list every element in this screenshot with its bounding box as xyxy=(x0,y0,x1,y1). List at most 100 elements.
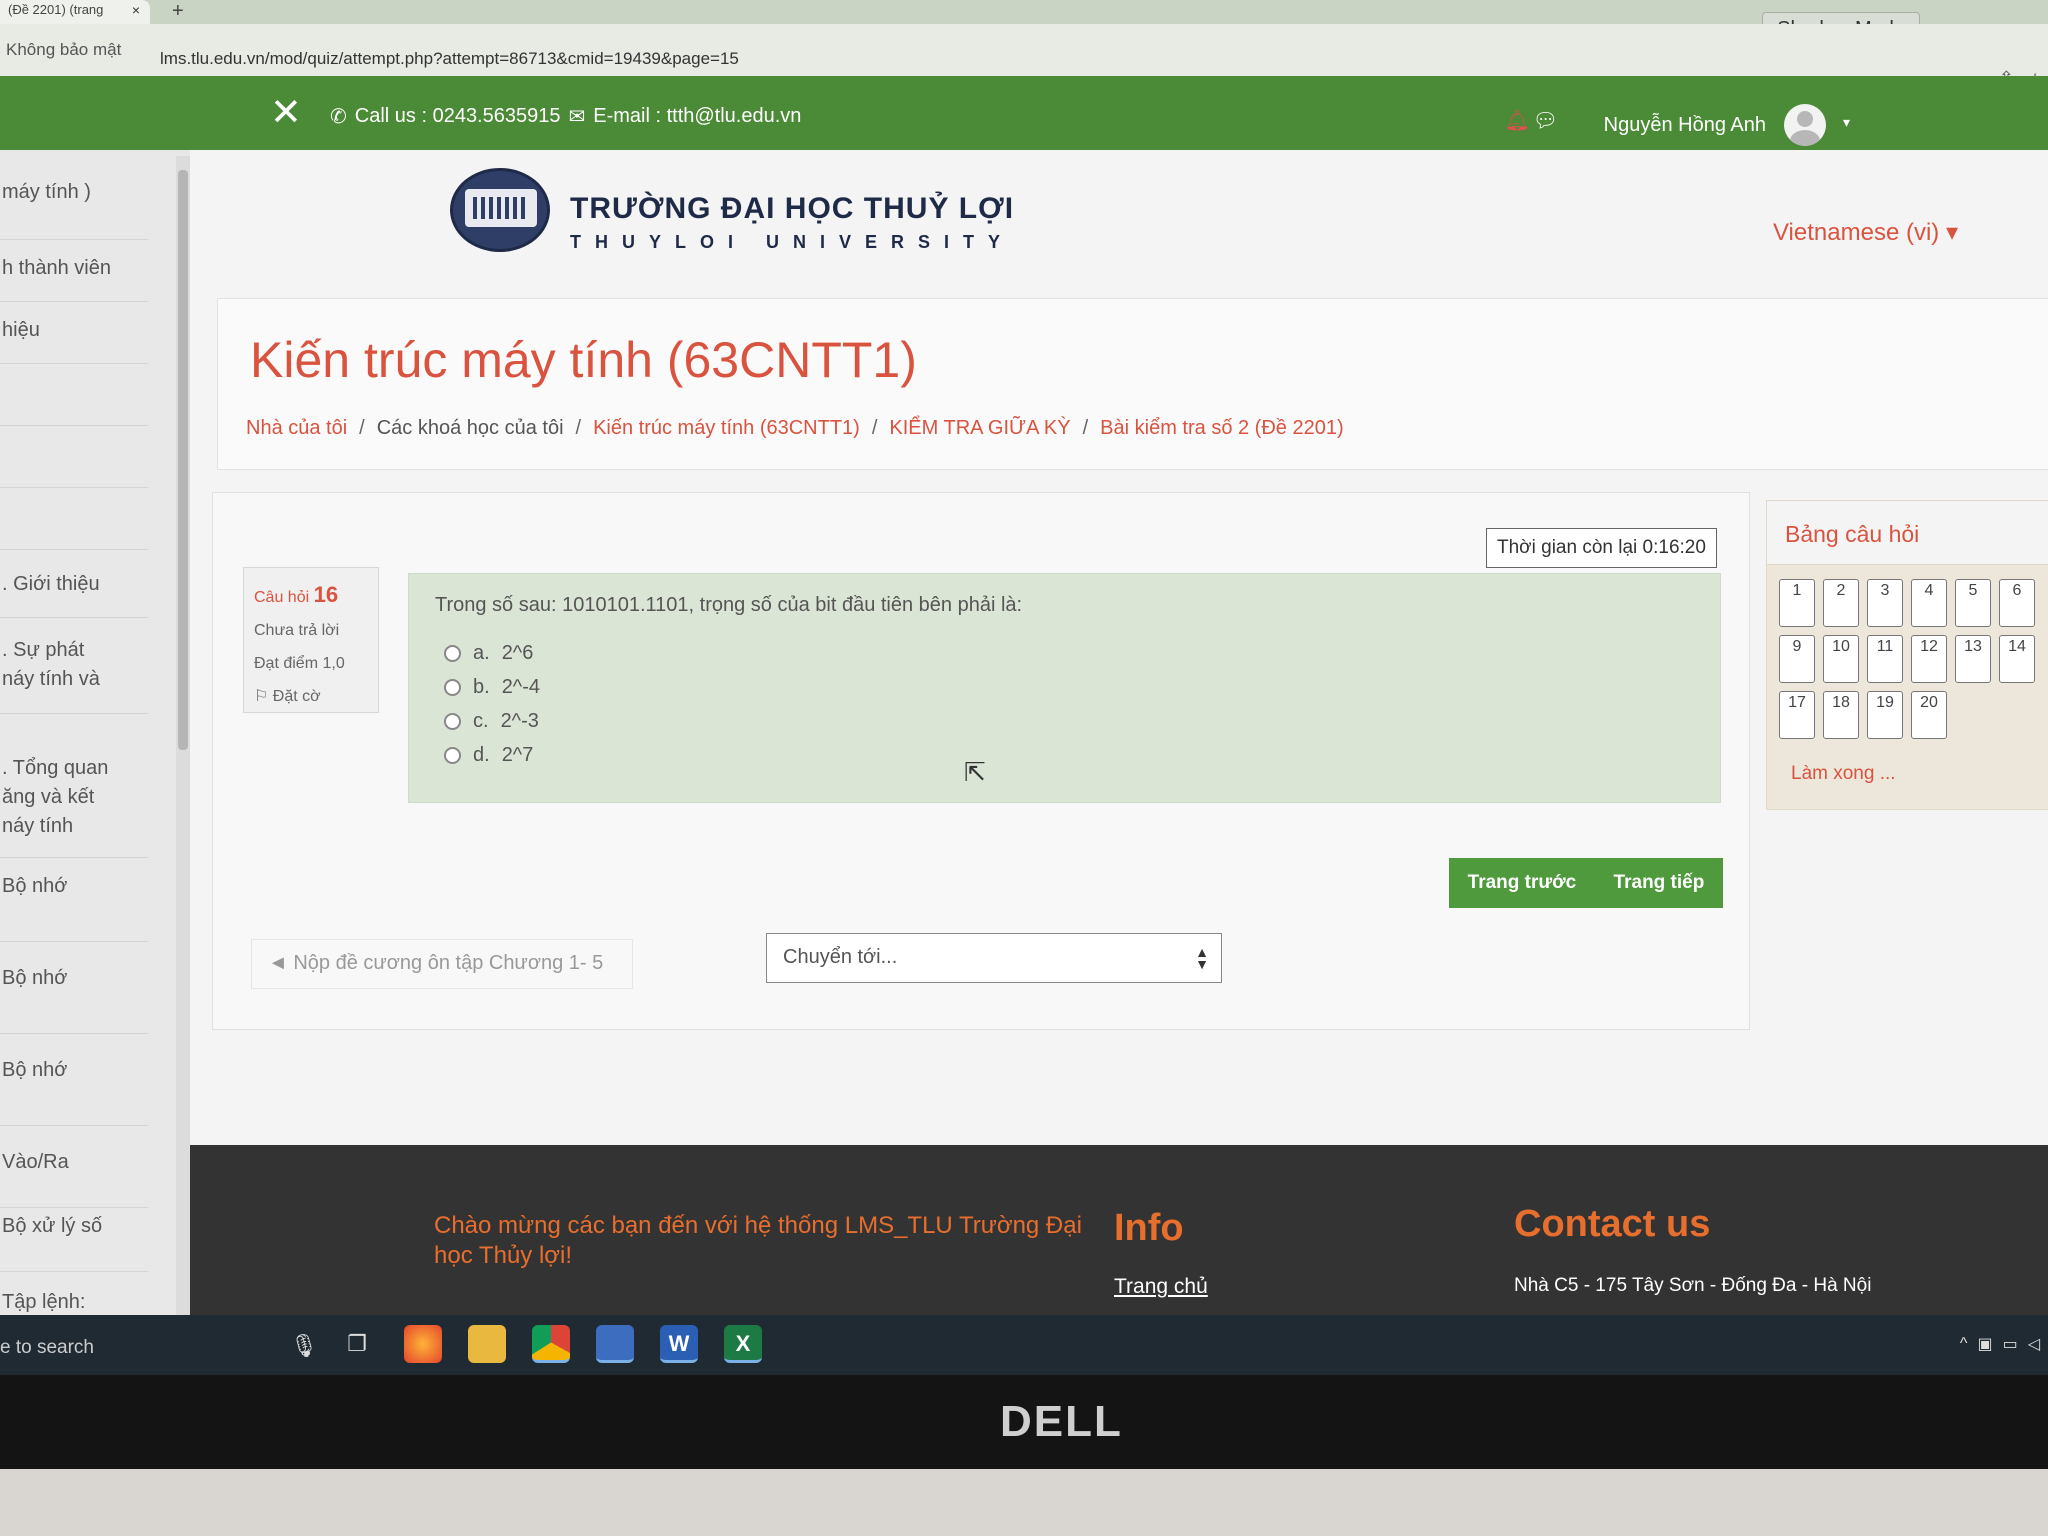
browser-tab[interactable]: (Đề 2201) (trang × xyxy=(0,0,150,24)
footer-info-heading: Info xyxy=(1114,1207,1184,1249)
question-nav-button[interactable]: 17 xyxy=(1779,691,1815,739)
email-text: E-mail : ttth@tlu.edu.vn xyxy=(593,105,802,127)
sidebar-item[interactable]: . Sự phát náy tính và xyxy=(0,636,148,714)
option-letter[interactable]: c. xyxy=(473,710,489,733)
excel-icon[interactable]: X xyxy=(724,1325,762,1363)
flag-icon[interactable]: ⚐ xyxy=(254,688,268,705)
insecure-label[interactable]: Không bảo mật xyxy=(6,40,121,60)
question-nav-button[interactable]: 11 xyxy=(1867,635,1903,683)
footer-welcome: Chào mừng các bạn đến với hệ thống LMS_T… xyxy=(434,1212,1082,1269)
previous-page-button[interactable]: Trang trước xyxy=(1468,872,1577,894)
firefox-icon[interactable] xyxy=(404,1325,442,1363)
sidebar-item[interactable]: . Giới thiệu xyxy=(0,570,148,618)
option-text[interactable]: 2^-3 xyxy=(501,710,539,733)
flag-label[interactable]: Đặt cờ xyxy=(273,688,321,705)
microphone-icon[interactable]: 🎙︎ xyxy=(290,1333,318,1359)
question-nav-button[interactable]: 14 xyxy=(1999,635,2035,683)
finish-attempt-link[interactable]: Làm xong ... xyxy=(1791,763,1896,785)
question-nav-button[interactable]: 5 xyxy=(1955,579,1991,627)
sidebar-scroll-thumb[interactable] xyxy=(178,170,188,750)
sidebar-item[interactable]: Bộ xử lý số xyxy=(0,1212,148,1272)
option-text[interactable]: 2^-4 xyxy=(502,676,540,699)
sidebar-item[interactable]: Vào/Ra xyxy=(0,1148,148,1208)
answer-option-b[interactable]: b. 2^-4 xyxy=(444,676,540,699)
answer-option-a[interactable]: a. 2^6 xyxy=(444,642,533,665)
question-nav-button[interactable]: 6 xyxy=(1999,579,2035,627)
sidebar-item[interactable]: Bộ nhớ xyxy=(0,872,148,942)
radio-button[interactable] xyxy=(444,713,461,730)
network-icon[interactable]: ▭ xyxy=(2003,1334,2018,1354)
next-page-button[interactable]: Trang tiếp xyxy=(1614,872,1705,894)
chrome-icon[interactable] xyxy=(532,1325,570,1363)
question-nav-button[interactable]: 10 xyxy=(1823,635,1859,683)
sidebar-item[interactable]: Bộ nhớ xyxy=(0,1056,148,1126)
question-nav-button[interactable]: 1 xyxy=(1779,579,1815,627)
question-nav-button[interactable]: 12 xyxy=(1911,635,1947,683)
option-letter[interactable]: d. xyxy=(473,744,490,767)
jump-select-value[interactable]: Chuyển tới... xyxy=(783,946,897,968)
word-icon[interactable]: W xyxy=(660,1325,698,1363)
radio-button[interactable] xyxy=(444,645,461,662)
breadcrumb-quiz[interactable]: Bài kiểm tra số 2 (Đề 2201) xyxy=(1100,417,1343,440)
jump-to-select[interactable]: Chuyển tới... ▲ ▼ xyxy=(766,933,1222,983)
url-text[interactable]: lms.tlu.edu.vn/mod/quiz/attempt.php?atte… xyxy=(160,49,739,69)
new-tab-button[interactable]: + xyxy=(172,0,184,23)
taskbar-search[interactable]: e to search xyxy=(0,1337,94,1359)
question-nav-button[interactable]: 4 xyxy=(1911,579,1947,627)
sidebar-item[interactable] xyxy=(0,378,148,426)
footer-home-link[interactable]: Trang chủ xyxy=(1114,1275,1208,1299)
sidebar-item[interactable]: Bộ nhớ xyxy=(0,964,148,1034)
question-nav-button[interactable]: 13 xyxy=(1955,635,1991,683)
task-view-icon[interactable]: ❐ xyxy=(338,1325,376,1363)
app-icon[interactable] xyxy=(596,1325,634,1363)
breadcrumb-section[interactable]: KIỂM TRA GIỮA KỲ xyxy=(889,417,1070,440)
sidebar-scrollbar[interactable] xyxy=(176,156,190,1326)
language-selector[interactable]: Vietnamese ‎(vi)‎ ▾ xyxy=(1773,218,1958,247)
question-number-value: 16 xyxy=(313,582,339,607)
breadcrumb-home[interactable]: Nhà của tôi xyxy=(246,417,347,440)
tray-app-icon[interactable]: ▣ xyxy=(1977,1334,1992,1354)
question-nav-button[interactable]: 9 xyxy=(1779,635,1815,683)
sidebar-item[interactable] xyxy=(0,440,148,488)
monitor-brand-logo: DELL xyxy=(1000,1397,1123,1446)
system-tray[interactable]: ^ ▣ ▭ ◁ xyxy=(1938,1329,2048,1359)
answer-option-d[interactable]: d. 2^7 xyxy=(444,744,533,767)
windows-taskbar: e to search 🎙︎ ❐ W X ^ ▣ ▭ ◁ xyxy=(0,1315,2048,1375)
option-text[interactable]: 2^7 xyxy=(502,744,534,767)
question-nav-button[interactable]: 18 xyxy=(1823,691,1859,739)
breadcrumb-my-courses[interactable]: Các khoá học của tôi xyxy=(377,417,564,440)
user-menu-caret-icon[interactable]: ▾ xyxy=(1843,114,1850,131)
volume-icon[interactable]: ◁ xyxy=(2028,1334,2040,1354)
question-nav-button[interactable]: 19 xyxy=(1867,691,1903,739)
chat-icon[interactable]: 💬︎ xyxy=(1533,108,1558,133)
footer-address: Nhà C5 - 175 Tây Sơn - Đống Đa - Hà Nội xyxy=(1514,1275,1872,1296)
question-nav-button[interactable]: 3 xyxy=(1867,579,1903,627)
previous-activity-link[interactable]: ◄ Nộp đề cương ôn tập Chương 1- 5 xyxy=(251,939,633,989)
sidebar-item[interactable]: máy tính ) xyxy=(0,178,148,240)
question-text: Trong số sau: 1010101.1101, trọng số của… xyxy=(435,594,1023,616)
course-sidebar: máy tính ) h thành viên hiệu . Giới thiệ… xyxy=(0,150,190,1326)
sidebar-item[interactable]: h thành viên xyxy=(0,254,148,302)
option-text[interactable]: 2^6 xyxy=(502,642,534,665)
select-arrows-icon[interactable]: ▲ ▼ xyxy=(1195,945,1209,971)
close-icon[interactable]: ✕ xyxy=(270,90,302,135)
question-nav-button[interactable]: 20 xyxy=(1911,691,1947,739)
file-explorer-icon[interactable] xyxy=(468,1325,506,1363)
user-name[interactable]: Nguyễn Hồng Anh xyxy=(1604,114,1766,137)
radio-button[interactable] xyxy=(444,679,461,696)
tray-chevron-icon[interactable]: ^ xyxy=(1960,1335,1968,1353)
option-letter[interactable]: a. xyxy=(473,642,490,665)
tab-close-icon[interactable]: × xyxy=(132,2,140,18)
address-bar[interactable]: Không bảo mật lms.tlu.edu.vn/mod/quiz/at… xyxy=(0,24,2048,92)
answer-option-c[interactable]: c. 2^-3 xyxy=(444,710,539,733)
sidebar-item[interactable]: . Tổng quan ăng và kết náy tính xyxy=(0,754,148,858)
flag-question[interactable]: ⚐ Đặt cờ xyxy=(254,680,368,713)
breadcrumb-course[interactable]: Kiến trúc máy tính (63CNTT1) xyxy=(593,417,860,440)
avatar[interactable] xyxy=(1784,104,1826,146)
question-nav-button[interactable]: 2 xyxy=(1823,579,1859,627)
sidebar-item[interactable] xyxy=(0,502,148,550)
option-letter[interactable]: b. xyxy=(473,676,490,699)
sidebar-item[interactable]: hiệu xyxy=(0,316,148,364)
bell-icon[interactable]: 🔔︎ xyxy=(1505,108,1530,133)
radio-button[interactable] xyxy=(444,747,461,764)
